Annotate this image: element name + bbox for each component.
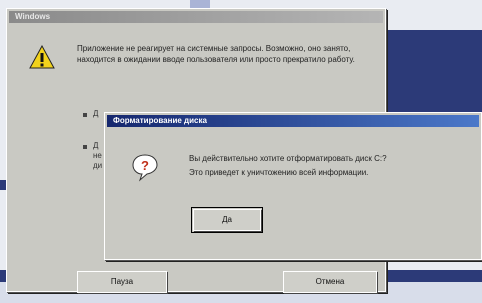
not-responding-title: Windows xyxy=(15,12,51,21)
format-disk-dialog: Форматирование диска ? Вы действительно … xyxy=(104,112,482,260)
option-bullet xyxy=(83,113,87,117)
question-icon: ? xyxy=(132,154,158,182)
format-disk-titlebar: Форматирование диска xyxy=(107,115,479,127)
option-2-text: не xyxy=(93,151,102,160)
not-responding-titlebar: Windows xyxy=(9,11,383,23)
not-responding-message: Приложение не реагирует на системные зап… xyxy=(77,44,355,64)
option-1-prefix: Д xyxy=(93,109,99,118)
format-disk-message-line1: Вы действительно хотите отформатировать … xyxy=(189,154,387,163)
desktop-tick xyxy=(0,180,6,190)
cancel-button[interactable]: Отмена xyxy=(283,271,377,293)
svg-text:?: ? xyxy=(141,158,149,173)
yes-button[interactable]: Да xyxy=(191,207,263,233)
pause-button[interactable]: Пауза xyxy=(77,271,167,293)
option-3-text: ди xyxy=(93,161,103,170)
warning-icon xyxy=(29,45,55,69)
option-2-prefix: Д xyxy=(93,141,99,150)
format-disk-message-line2: Это приведет к уничтожению всей информац… xyxy=(189,168,369,177)
format-disk-title: Форматирование диска xyxy=(113,116,207,125)
option-bullet xyxy=(83,145,87,149)
